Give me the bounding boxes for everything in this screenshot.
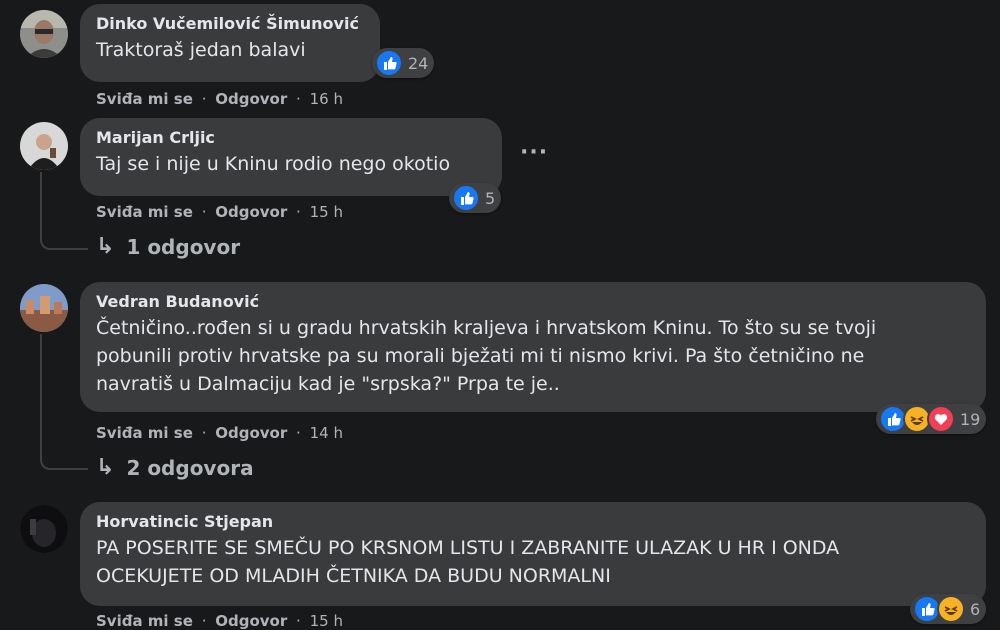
like-link[interactable]: Sviđa mi se <box>96 424 193 442</box>
view-replies-link[interactable]: ↳ 1 odgovor <box>96 234 240 259</box>
separator: · <box>296 90 301 108</box>
reaction-summary[interactable]: 6 <box>910 594 987 624</box>
comment-bubble: Horvatincic Stjepan PA POSERITE SE SMEČU… <box>80 502 986 606</box>
reply-arrow-icon: ↳ <box>96 234 115 259</box>
reaction-count: 24 <box>408 53 429 73</box>
avatar-image <box>20 505 68 553</box>
avatar-image <box>20 10 68 58</box>
separator: · <box>296 203 301 221</box>
separator: · <box>296 612 301 630</box>
like-link[interactable]: Sviđa mi se <box>96 612 193 630</box>
reply-link[interactable]: Odgovor <box>215 612 287 630</box>
timestamp[interactable]: 16 h <box>310 90 343 108</box>
avatar[interactable] <box>20 284 68 332</box>
comment-actions: Sviđa mi se · Odgovor · 16 h <box>96 90 343 108</box>
comment-text: Četničino..rođen si u gradu hrvatskih kr… <box>96 317 877 395</box>
comment-bubble: Dinko Vučemilović Šimunović Traktoraš je… <box>80 4 380 82</box>
thread-line <box>40 172 88 250</box>
timestamp[interactable]: 15 h <box>310 203 343 221</box>
comment-bubble: Vedran Budanović Četničino..rođen si u g… <box>80 282 986 412</box>
separator: · <box>296 424 301 442</box>
comment-text: Traktoraš jedan balavi <box>96 39 306 61</box>
timestamp[interactable]: 14 h <box>310 424 343 442</box>
view-replies-link[interactable]: ↳ 2 odgovora <box>96 455 254 480</box>
reaction-count: 6 <box>970 599 981 619</box>
haha-reaction-icon <box>937 595 965 623</box>
replies-count-label: 2 odgovora <box>126 455 254 480</box>
like-reaction-icon <box>452 184 480 212</box>
comment-text: PA POSERITE SE SMEČU PO KRSNOM LISTU I Z… <box>96 537 840 587</box>
comment-author[interactable]: Marijan Crljic <box>96 128 486 148</box>
comment-author[interactable]: Vedran Budanović <box>96 292 970 312</box>
like-link[interactable]: Sviđa mi se <box>96 90 193 108</box>
separator: · <box>201 424 207 442</box>
timestamp[interactable]: 15 h <box>310 612 343 630</box>
reply-arrow-icon: ↳ <box>96 455 115 480</box>
thread-line <box>40 334 88 470</box>
reaction-summary[interactable]: 24 <box>372 48 435 78</box>
like-reaction-icon <box>375 49 403 77</box>
comment-bubble: Marijan Crljic Taj se i nije u Kninu rod… <box>80 118 502 196</box>
comment-actions: Sviđa mi se · Odgovor · 14 h <box>96 424 343 442</box>
comment-author[interactable]: Dinko Vučemilović Šimunović <box>96 14 364 34</box>
separator: · <box>201 612 207 630</box>
reaction-count: 5 <box>485 188 496 208</box>
reaction-summary[interactable]: 19 <box>876 404 987 434</box>
like-link[interactable]: Sviđa mi se <box>96 203 193 221</box>
reaction-count: 19 <box>960 409 981 429</box>
avatar-image <box>20 122 68 170</box>
avatar[interactable] <box>20 122 68 170</box>
love-reaction-icon <box>927 405 955 433</box>
replies-count-label: 1 odgovor <box>126 234 241 259</box>
comment-author[interactable]: Horvatincic Stjepan <box>96 512 970 532</box>
comment-actions: Sviđa mi se · Odgovor · 15 h <box>96 612 343 630</box>
separator: · <box>201 203 207 221</box>
separator: · <box>201 90 207 108</box>
more-options-icon[interactable]: ··· <box>520 140 548 165</box>
reply-link[interactable]: Odgovor <box>215 203 287 221</box>
avatar[interactable] <box>20 10 68 58</box>
avatar-image <box>20 284 68 332</box>
reaction-summary[interactable]: 5 <box>449 183 502 213</box>
comment-actions: Sviđa mi se · Odgovor · 15 h <box>96 203 343 221</box>
reply-link[interactable]: Odgovor <box>215 424 287 442</box>
comment-text: Taj se i nije u Kninu rodio nego okotio <box>96 153 451 175</box>
reply-link[interactable]: Odgovor <box>215 90 287 108</box>
avatar[interactable] <box>20 505 68 553</box>
